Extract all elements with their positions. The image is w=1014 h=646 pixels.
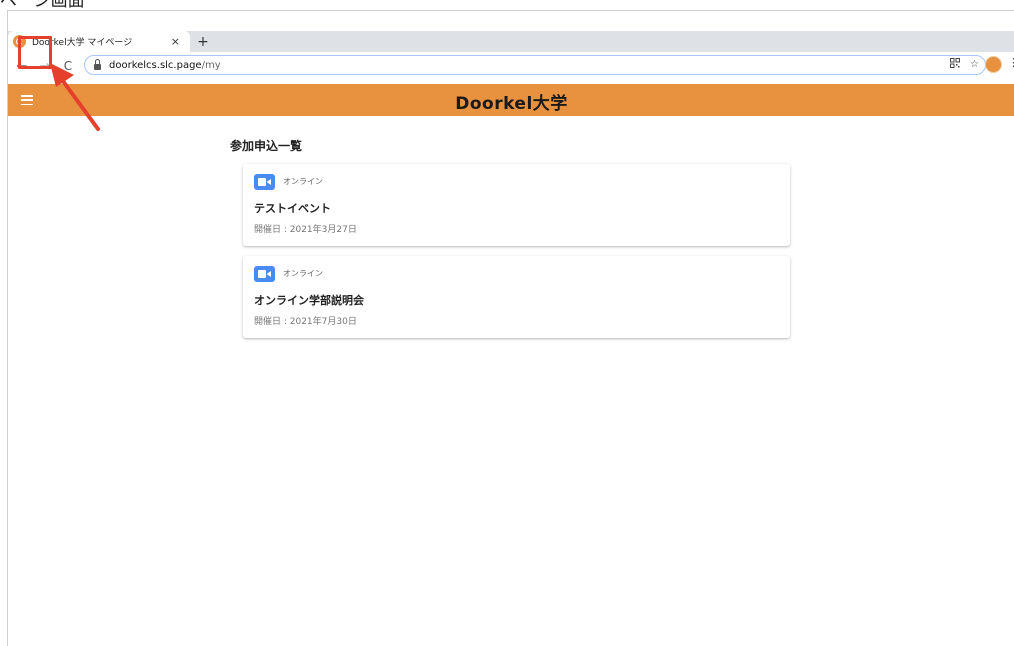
- event-title: オンライン学部説明会: [254, 294, 364, 307]
- event-type-label: オンライン: [283, 177, 323, 186]
- event-date: 開催日 : 2021年3月27日: [254, 225, 357, 235]
- event-title: テストイベント: [254, 202, 331, 215]
- video-camera-icon: [254, 266, 275, 282]
- tab-strip: Doorkel大学 マイページ × +: [8, 31, 1014, 52]
- url-host: doorkelcs.slc.page: [109, 59, 202, 71]
- event-type-label: オンライン: [283, 269, 323, 278]
- browser-menu-button[interactable]: ⋮: [1008, 56, 1014, 69]
- browser-toolbar: ← → C doorkelcs.slc.page/my ☆ ⋮: [8, 52, 1014, 85]
- event-card[interactable]: オンライン オンライン学部説明会 開催日 : 2021年7月30日: [243, 256, 790, 338]
- qr-code-icon[interactable]: [950, 58, 961, 71]
- omnibox-actions: ☆: [950, 58, 979, 71]
- address-bar[interactable]: doorkelcs.slc.page/my ☆: [84, 55, 986, 75]
- event-card[interactable]: オンライン テストイベント 開催日 : 2021年3月27日: [243, 164, 790, 246]
- app-title: Doorkel大学: [455, 94, 568, 114]
- section-title: 参加申込一覧: [230, 139, 303, 153]
- annotation-arrow-icon: [50, 63, 100, 131]
- browser-window: Doorkel大学 マイページ × + ← → C doorkelcs.slc.…: [7, 10, 1014, 646]
- video-camera-icon: [254, 174, 275, 190]
- bookmark-star-icon[interactable]: ☆: [970, 59, 979, 70]
- page-caption: ページ画面: [0, 0, 85, 11]
- profile-avatar-icon[interactable]: [985, 56, 1002, 73]
- event-date: 開催日 : 2021年7月30日: [254, 317, 357, 327]
- new-tab-button[interactable]: +: [193, 31, 213, 52]
- main-content: 参加申込一覧 オンライン テストイベント 開催日 : 2021年3月27日 オン…: [8, 116, 1014, 646]
- tab-close-button[interactable]: ×: [171, 35, 180, 48]
- url-text: doorkelcs.slc.page/my: [109, 60, 221, 71]
- tab-title: Doorkel大学 マイページ: [32, 38, 133, 48]
- url-path: /my: [201, 59, 221, 71]
- app-header: Doorkel大学: [8, 84, 1014, 116]
